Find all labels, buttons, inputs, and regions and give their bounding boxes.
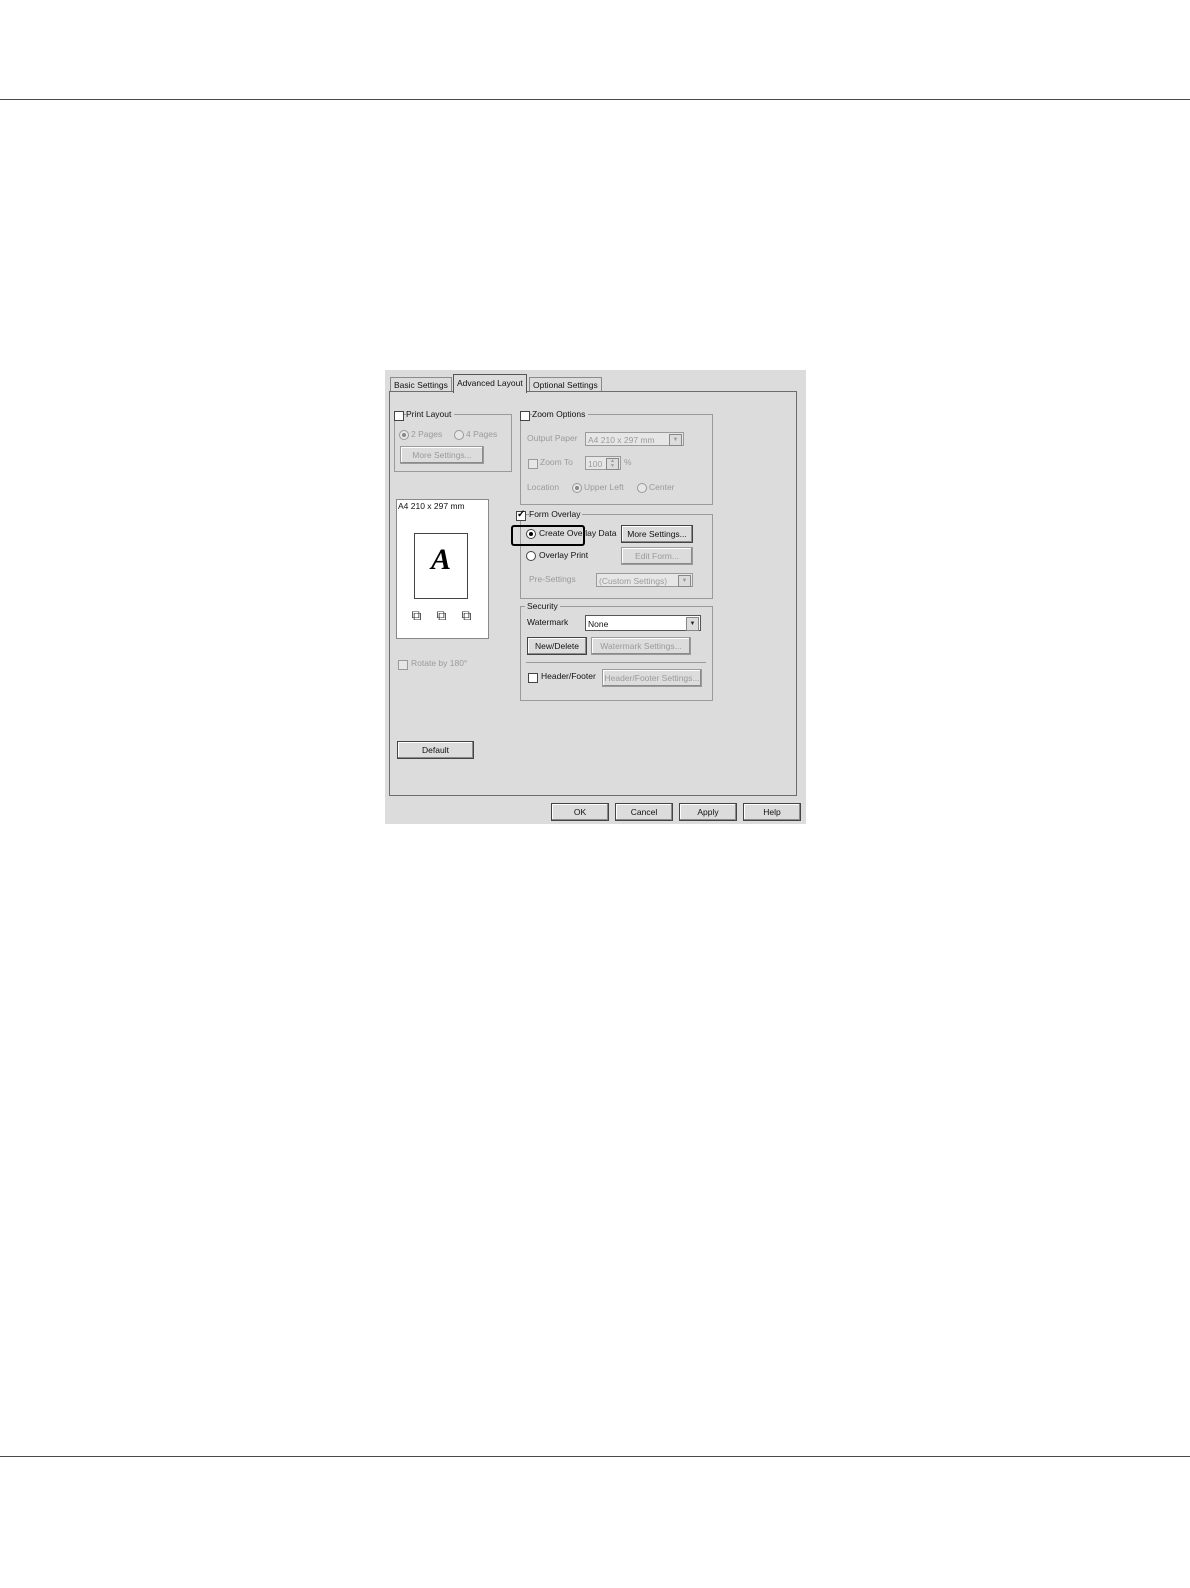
output-paper-value: A4 210 x 297 mm <box>588 435 655 445</box>
location-label: Location <box>527 482 560 492</box>
chevron-down-icon: ▼ <box>686 617 699 631</box>
chevron-down-icon: ▼ <box>669 434 682 446</box>
four-pages-label: 4 Pages <box>466 429 498 439</box>
advanced-layout-panel: Print Layout 2 Pages 4 Pages More Settin… <box>389 391 797 796</box>
tab-basic-settings[interactable]: Basic Settings <box>390 377 452 392</box>
tab-optional-settings[interactable]: Optional Settings <box>529 377 602 392</box>
preview-paper-size: A4 210 x 297 mm <box>398 501 465 511</box>
pre-settings-select[interactable]: (Custom Settings) ▼ <box>596 573 693 587</box>
page-icon-1: ⧉ <box>411 607 422 623</box>
pre-settings-label: Pre-Settings <box>529 574 576 584</box>
page-icon-2: ⧉ <box>436 607 447 623</box>
center-radio[interactable] <box>637 483 647 493</box>
form-overlay-more-settings-button[interactable]: More Settings... <box>621 525 693 543</box>
rotate-180-checkbox[interactable] <box>398 660 408 670</box>
print-layout-checkbox[interactable] <box>394 411 404 421</box>
zoom-unit: % <box>624 457 632 467</box>
header-footer-checkbox[interactable] <box>528 673 538 683</box>
output-paper-label: Output Paper <box>527 433 578 443</box>
two-pages-radio[interactable] <box>399 430 409 440</box>
zoom-to-label: Zoom To <box>540 457 573 467</box>
preview-page: A <box>414 533 468 599</box>
zoom-options-checkbox[interactable] <box>520 411 530 421</box>
zoom-to-checkbox[interactable] <box>528 459 538 469</box>
print-layout-label: Print Layout <box>406 409 455 420</box>
overlay-print-label: Overlay Print <box>539 550 589 560</box>
form-overlay-label: Form Overlay <box>529 509 583 520</box>
zoom-options-label: Zoom Options <box>532 409 589 420</box>
overlay-print-radio[interactable] <box>526 551 536 561</box>
rotate-180-label: Rotate by 180° <box>411 658 468 668</box>
cancel-button[interactable]: Cancel <box>615 803 673 821</box>
printer-properties-dialog: Basic Settings Advanced Layout Optional … <box>385 370 806 824</box>
help-button[interactable]: Help <box>743 803 801 821</box>
page-top-rule <box>0 99 1190 100</box>
edit-form-button[interactable]: Edit Form... <box>621 547 693 565</box>
watermark-value: None <box>588 619 609 629</box>
header-footer-label: Header/Footer <box>541 671 596 681</box>
page-bottom-rule <box>0 1456 1190 1457</box>
new-delete-button[interactable]: New/Delete <box>527 637 587 655</box>
zoom-value: 100 <box>588 459 603 469</box>
upper-left-radio[interactable] <box>572 483 582 493</box>
security-separator <box>526 662 706 663</box>
output-paper-select[interactable]: A4 210 x 297 mm ▼ <box>585 432 684 446</box>
page-preview: A4 210 x 297 mm A ⧉ ⧉ ⧉ <box>396 499 489 639</box>
page-icon-3: ⧉ <box>461 607 472 623</box>
print-layout-more-settings-button[interactable]: More Settings... <box>400 446 484 464</box>
zoom-value-spinner[interactable]: 100 ▲ ▼ <box>585 456 621 470</box>
tab-advanced-layout[interactable]: Advanced Layout <box>453 374 527 393</box>
four-pages-radio[interactable] <box>454 430 464 440</box>
security-label: Security <box>525 601 560 612</box>
chevron-down-icon: ▼ <box>678 575 691 587</box>
default-button[interactable]: Default <box>397 741 474 759</box>
form-overlay-checkbox[interactable] <box>516 509 526 521</box>
two-pages-label: 2 Pages <box>411 429 443 439</box>
ok-button[interactable]: OK <box>551 803 609 821</box>
watermark-settings-button[interactable]: Watermark Settings... <box>591 637 691 655</box>
spinner-arrows-icon: ▲ ▼ <box>606 458 619 470</box>
upper-left-label: Upper Left <box>584 482 624 492</box>
header-footer-settings-button[interactable]: Header/Footer Settings... <box>602 669 702 687</box>
center-label: Center <box>649 482 675 492</box>
watermark-label: Watermark <box>527 617 569 627</box>
apply-button[interactable]: Apply <box>679 803 737 821</box>
create-overlay-data-radio[interactable] <box>526 529 536 539</box>
preview-letter: A <box>430 543 451 576</box>
pre-settings-value: (Custom Settings) <box>599 576 668 586</box>
create-overlay-data-label: Create Overlay Data <box>539 528 617 538</box>
watermark-select[interactable]: None ▼ <box>585 615 701 631</box>
